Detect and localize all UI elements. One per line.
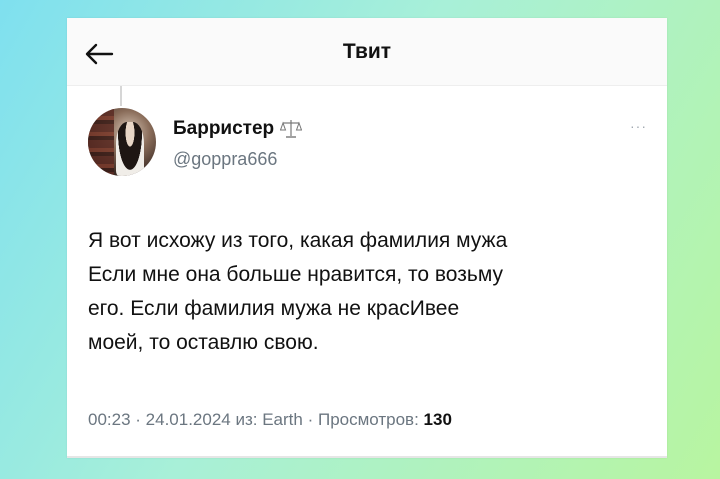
- tweet-line: Если мне она больше нравится, то возьму: [88, 263, 503, 286]
- page-title: Твит: [342, 40, 392, 63]
- meta-separator: ·: [130, 410, 146, 429]
- avatar[interactable]: [88, 108, 156, 176]
- author-name[interactable]: Барристер: [173, 118, 274, 140]
- views-label: Просмотров:: [317, 410, 424, 429]
- tweet-meta: 00:23 · 24.01.2024 из: Earth · Просмотро…: [88, 410, 452, 430]
- thread-connector-line: [120, 86, 122, 106]
- avatar-bookshelf: [88, 108, 114, 176]
- author-name-row: Барристер: [173, 118, 303, 140]
- more-dots-icon[interactable]: ···: [630, 118, 647, 134]
- meta-separator: ·: [302, 410, 318, 429]
- tweet-source: Earth: [262, 410, 303, 429]
- source-prefix: из:: [230, 410, 263, 429]
- avatar-person: [116, 122, 144, 176]
- tweet-line: моей, то оставлю свою.: [88, 331, 319, 354]
- scales-icon: [280, 120, 303, 138]
- top-bar: Твит: [67, 18, 667, 86]
- tweet-card: Твит Барристер @goppra666 ··· Я вот исхо…: [67, 18, 667, 458]
- views-count[interactable]: 130: [424, 410, 452, 429]
- divider: [67, 456, 667, 458]
- author-handle[interactable]: @goppra666: [173, 149, 277, 170]
- tweet-time[interactable]: 00:23: [88, 410, 131, 429]
- tweet-line: его. Если фамилия мужа не красИвее: [88, 297, 460, 320]
- tweet-text: Я вот исхожу из того, какая фамилия мужа…: [88, 224, 648, 360]
- tweet-date[interactable]: 24.01.2024: [146, 410, 231, 429]
- tweet-line: Я вот исхожу из того, какая фамилия мужа: [88, 229, 508, 252]
